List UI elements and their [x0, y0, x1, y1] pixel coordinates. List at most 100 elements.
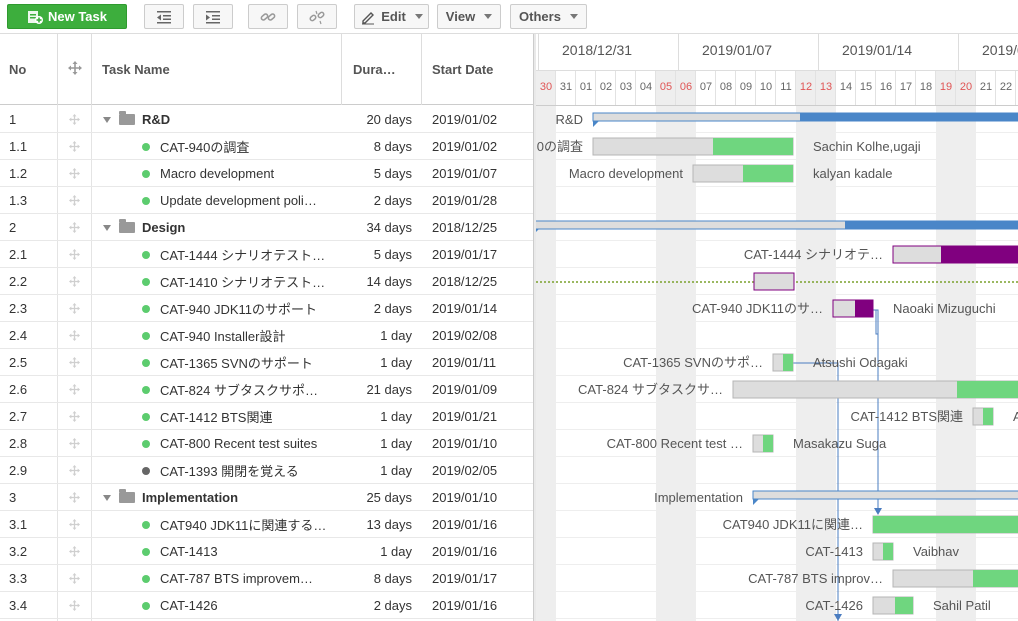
drag-handle-icon[interactable]	[58, 133, 91, 160]
task-row[interactable]: 3.3 CAT-787 BTS improvem… 8 days 2019/01/17	[0, 565, 533, 592]
task-row[interactable]: 1.2 Macro development 5 days 2019/01/07	[0, 160, 533, 187]
task-name: Implementation	[142, 490, 239, 505]
unlink-button[interactable]	[297, 4, 337, 29]
task-start-date: 2019/01/02	[432, 112, 498, 127]
day-label: 21	[980, 81, 992, 93]
task-row[interactable]: 1.1 CAT-940の調査 8 days 2019/01/02	[0, 133, 533, 160]
task-name-cell[interactable]: CAT-787 BTS improvem…	[100, 565, 338, 592]
summary-start-marker	[593, 121, 599, 127]
column-header-duration[interactable]: Dura…	[342, 34, 422, 105]
drag-handle-icon[interactable]	[58, 538, 91, 565]
task-name-cell[interactable]: CAT-1365 SVNのサポート	[100, 349, 338, 376]
drag-handle-icon[interactable]	[58, 592, 91, 619]
task-duration: 21 days	[366, 382, 412, 397]
task-row[interactable]: 3.4 CAT-1426 2 days 2019/01/16	[0, 592, 533, 619]
task-row[interactable]: 2.4 CAT-940 Installer設計 1 day 2019/02/08	[0, 322, 533, 349]
task-name-cell[interactable]: CAT-1426	[100, 592, 338, 619]
drag-handle-icon[interactable]	[58, 160, 91, 187]
task-name-cell[interactable]: CAT-940 JDK11のサポート	[100, 295, 338, 322]
task-row[interactable]: 2.5 CAT-1365 SVNのサポート 1 day 2019/01/11	[0, 349, 533, 376]
column-header-start-date[interactable]: Start Date	[422, 34, 533, 105]
task-row[interactable]: 1.3 Update development poli… 2 days 2019/01…	[0, 187, 533, 214]
bar-label: CAT-1365 SVNのサポ…	[623, 355, 763, 370]
task-name-cell[interactable]: CAT-1444 シナリオテスト…	[100, 241, 338, 268]
task-duration: 8 days	[373, 139, 412, 154]
column-header-no[interactable]: No	[0, 34, 58, 105]
bar-label: CAT-1412 BTS関連	[851, 409, 963, 424]
bar-label: Macro development	[569, 166, 684, 181]
collapse-toggle-icon[interactable]	[103, 116, 111, 123]
bar-label: CAT-800 Recent test …	[607, 436, 743, 451]
drag-handle-icon[interactable]	[58, 565, 91, 592]
collapse-toggle-icon[interactable]	[103, 494, 111, 501]
row-number: 2.3	[9, 301, 28, 316]
task-row[interactable]: 2.7 CAT-1412 BTS関連 1 day 2019/01/21	[0, 403, 533, 430]
task-name-cell[interactable]: CAT-800 Recent test suites	[100, 430, 338, 457]
status-dot-icon	[142, 142, 150, 151]
drag-handle-icon[interactable]	[58, 187, 91, 214]
task-name-cell[interactable]: CAT940 JDK11に関連する…	[100, 511, 338, 538]
column-header-task-name[interactable]: Task Name	[92, 34, 342, 105]
group-row[interactable]: 2 Design 34 days 2018/12/25	[0, 214, 533, 241]
task-name-cell[interactable]: CAT-940 Installer設計	[100, 322, 338, 349]
group-row[interactable]: 1 R&D 20 days 2019/01/02	[0, 106, 533, 133]
task-name: CAT-940 Installer設計	[160, 329, 286, 344]
task-start-date: 2019/01/16	[432, 517, 498, 532]
indent-button[interactable]	[193, 4, 233, 29]
drag-handle-icon[interactable]	[58, 376, 91, 403]
summary-bar-fill	[800, 113, 1018, 121]
task-name-cell[interactable]: CAT-824 サブタスクサポ…	[100, 376, 338, 403]
outdent-button[interactable]	[144, 4, 184, 29]
drag-handle-icon[interactable]	[58, 241, 91, 268]
drag-handle-icon[interactable]	[58, 457, 91, 484]
task-name: CAT-1426	[160, 598, 218, 613]
drag-handle-icon[interactable]	[58, 268, 91, 295]
collapse-toggle-icon[interactable]	[103, 224, 111, 231]
task-row[interactable]: 2.2 CAT-1410 シナリオテスト… 14 days 2018/12/25	[0, 268, 533, 295]
drag-handle-icon[interactable]	[58, 349, 91, 376]
drag-handle-icon[interactable]	[58, 403, 91, 430]
drag-handle-icon[interactable]	[58, 511, 91, 538]
task-name-cell[interactable]: CAT-1413	[100, 538, 338, 565]
task-name-cell[interactable]: Implementation	[100, 484, 338, 511]
link-arrow-icon	[874, 508, 882, 515]
status-dot-icon	[142, 385, 150, 394]
task-row[interactable]: 2.1 CAT-1444 シナリオテスト… 5 days 2019/01/17	[0, 241, 533, 268]
group-row[interactable]: 3 Implementation 25 days 2019/01/10	[0, 484, 533, 511]
new-task-button[interactable]: New Task	[7, 4, 127, 29]
task-name-cell[interactable]: CAT-940の調査	[100, 133, 338, 160]
drag-handle-icon[interactable]	[58, 430, 91, 457]
task-name-cell[interactable]: Macro development	[100, 160, 338, 187]
bar-label: CAT-824 サブタスクサ…	[578, 382, 723, 397]
drag-handle-icon[interactable]	[58, 214, 91, 241]
task-name-cell[interactable]: CAT-1412 BTS関連	[100, 403, 338, 430]
task-duration: 1 day	[380, 328, 412, 343]
task-row[interactable]: 2.8 CAT-800 Recent test suites 1 day 2019/0…	[0, 430, 533, 457]
day-label: 07	[700, 81, 712, 93]
task-start-date: 2019/01/16	[432, 598, 498, 613]
task-bar-progress	[957, 381, 1018, 398]
task-row[interactable]: 2.9 CAT-1393 開閉を覚える 1 day 2019/02/05	[0, 457, 533, 484]
task-start-date: 2019/01/17	[432, 571, 498, 586]
drag-handle-icon[interactable]	[58, 484, 91, 511]
task-name-cell[interactable]: CAT-1393 開閉を覚える	[100, 457, 338, 484]
drag-handle-icon[interactable]	[58, 295, 91, 322]
task-name-cell[interactable]: Design	[100, 214, 338, 241]
others-menu-button[interactable]: Others	[510, 4, 587, 29]
task-name: Update development poli…	[160, 193, 317, 208]
task-row[interactable]: 3.1 CAT940 JDK11に関連する… 13 days 2019/01/16	[0, 511, 533, 538]
drag-handle-icon[interactable]	[58, 322, 91, 349]
task-row[interactable]: 2.6 CAT-824 サブタスクサポ… 21 days 2019/01/09	[0, 376, 533, 403]
status-dot-icon	[142, 358, 150, 367]
task-name-cell[interactable]: R&D	[100, 106, 338, 133]
bar-label: Implementation	[654, 490, 743, 505]
drag-handle-icon[interactable]	[58, 106, 91, 133]
task-name-cell[interactable]: CAT-1410 シナリオテスト…	[100, 268, 338, 295]
link-button[interactable]	[248, 4, 288, 29]
view-menu-button[interactable]: View	[437, 4, 501, 29]
task-bar[interactable]	[753, 272, 795, 291]
task-row[interactable]: 3.2 CAT-1413 1 day 2019/01/16	[0, 538, 533, 565]
task-name-cell[interactable]: Update development poli…	[100, 187, 338, 214]
edit-menu-button[interactable]: Edit	[354, 4, 429, 29]
task-row[interactable]: 2.3 CAT-940 JDK11のサポート 2 days 2019/01/14	[0, 295, 533, 322]
